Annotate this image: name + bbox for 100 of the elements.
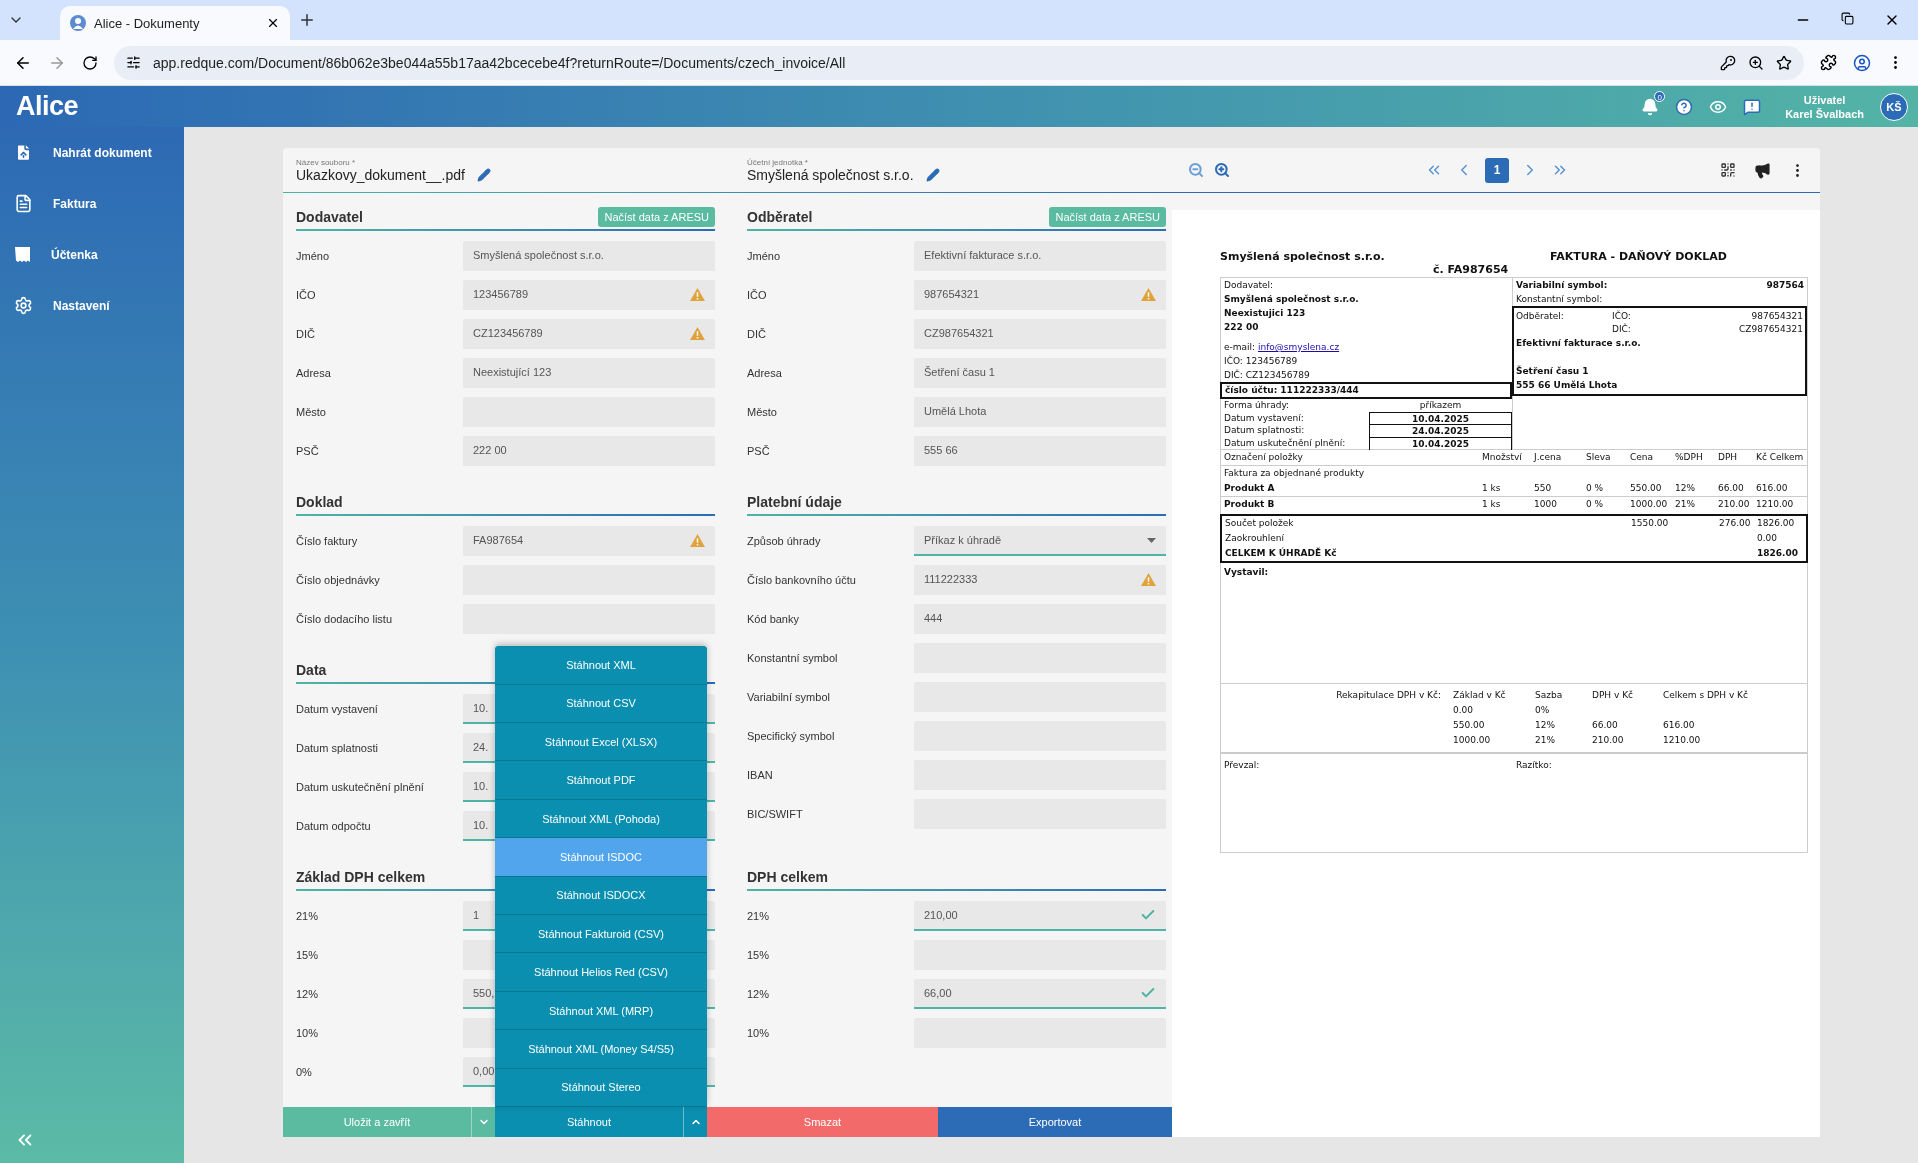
input-field[interactable]: 210,00 xyxy=(914,901,1166,931)
input-field[interactable]: FA987654 xyxy=(463,526,715,556)
field-label: Kód banky xyxy=(747,613,800,625)
menu-item[interactable]: Stáhnout XML (Pohoda) xyxy=(495,799,707,839)
field-label: Číslo objednávky xyxy=(296,574,381,586)
restore-icon[interactable] xyxy=(1841,12,1854,25)
invoice-text: IČO: 123456789 xyxy=(1223,354,1299,368)
input-field[interactable]: Umělá Lhota xyxy=(914,397,1166,427)
export-button[interactable]: Exportovat xyxy=(938,1107,1172,1137)
extensions-icon[interactable] xyxy=(1820,54,1837,71)
invoice-text: 10.04.2025 xyxy=(1369,411,1512,425)
close-icon[interactable] xyxy=(266,16,280,30)
reload-icon[interactable] xyxy=(82,54,98,71)
field-label: PSČ xyxy=(296,445,320,457)
table-cell-text: 0% xyxy=(1535,704,1551,717)
input-field[interactable]: Smyšlená společnost s.r.o. xyxy=(463,241,715,271)
invoice-text: Neexistujici 123 xyxy=(1223,307,1307,320)
menu-item[interactable]: Stáhnout CSV xyxy=(495,684,707,724)
address-bar[interactable]: app.redque.com/Document/86b062e3be044a55b17aa42bcecebe4f?returnRoute=/Documents/czech_invoice/All xyxy=(114,45,1804,80)
bookmark-icon[interactable] xyxy=(1776,54,1792,71)
qr-code-icon[interactable] xyxy=(1720,162,1736,178)
edit-icon[interactable] xyxy=(476,168,491,182)
site-info-icon[interactable] xyxy=(126,55,141,70)
menu-item[interactable]: Stáhnout XML (MRP) xyxy=(495,991,707,1031)
column-header: %DPH xyxy=(1675,451,1704,464)
sidebar-item[interactable]: Faktura xyxy=(0,178,184,229)
sidebar-item[interactable]: Nahrát dokument xyxy=(0,127,184,178)
table-cell-text: 12% xyxy=(1535,719,1556,732)
table-cell-text: 550.00 xyxy=(1630,482,1663,495)
field-label: 15% xyxy=(296,949,320,961)
table-cell-text: Součet položek xyxy=(1225,517,1295,530)
column-header: J.cena xyxy=(1534,451,1563,464)
zoom-in-icon[interactable] xyxy=(1214,162,1230,178)
help-icon[interactable] xyxy=(1675,97,1694,116)
column-header: DPH v Kč xyxy=(1592,689,1635,702)
field-label: Specifický symbol xyxy=(747,730,836,742)
section-title: Doklad xyxy=(296,494,343,510)
column-header: Označení položky xyxy=(1224,451,1304,464)
feedback-icon[interactable] xyxy=(1743,97,1762,116)
page-button[interactable]: 1 xyxy=(1485,157,1509,183)
input-field[interactable]: 222 00 xyxy=(463,436,715,466)
email-link[interactable]: info@smyslena.cz xyxy=(1258,342,1340,352)
menu-item[interactable]: Stáhnout XML (Money S4/S5) xyxy=(495,1030,707,1069)
field-label: Datum uskutečnění plnění xyxy=(296,781,425,793)
field-label: Číslo dodacího listu xyxy=(296,613,393,625)
field-label: 0% xyxy=(296,1066,313,1078)
menu-item[interactable]: Stáhnout PDF xyxy=(495,761,707,800)
input-field[interactable]: Efektivní fakturace s.r.o. xyxy=(914,241,1166,271)
input-field[interactable]: 111222333 xyxy=(914,565,1166,595)
input-field[interactable]: Neexistující 123 xyxy=(463,358,715,388)
zoom-out-icon[interactable] xyxy=(1188,162,1204,178)
field-label: Variabilní symbol xyxy=(747,691,831,703)
input-field[interactable]: 555 66 xyxy=(914,436,1166,466)
invoice-number: č. FA987654 xyxy=(1432,263,1510,277)
menu-item[interactable]: Stáhnout Fakturoid (CSV) xyxy=(495,915,707,954)
table-cell-text: 0 % xyxy=(1586,498,1605,511)
notification-icon[interactable] xyxy=(1641,97,1660,116)
section-title: DPH celkem xyxy=(747,869,828,885)
browser-tab[interactable]: Alice - Dokumenty xyxy=(60,6,290,40)
invoice-text: Datum uskutečnění plnění: xyxy=(1223,436,1347,450)
warning-icon xyxy=(690,533,705,547)
table-cell-text: 616.00 xyxy=(1756,482,1789,495)
select-field[interactable]: Příkaz k úhradě xyxy=(914,526,1166,556)
table-cell-text: 1000.00 xyxy=(1453,734,1492,747)
input-field[interactable]: 444 xyxy=(914,604,1166,634)
megaphone-icon[interactable] xyxy=(1754,161,1771,179)
zoom-icon[interactable] xyxy=(1748,54,1764,71)
user-avatar[interactable]: KŠ xyxy=(1880,92,1908,121)
menu-item[interactable]: Stáhnout XML xyxy=(495,646,707,685)
table-cell-text: 1 ks xyxy=(1482,482,1502,495)
delete-button[interactable]: Smazat xyxy=(707,1107,938,1137)
input-field[interactable]: 987654321 xyxy=(914,280,1166,310)
field-label: Konstantní symbol xyxy=(747,652,839,664)
invoice-text: Faktura za objednané produkty xyxy=(1224,467,1365,480)
invoice-text: Rekapitulace DPH v Kč: xyxy=(1335,689,1442,702)
invoice-text: CZ987654321 xyxy=(1738,323,1803,336)
menu-item[interactable]: Stáhnout Helios Red (CSV) xyxy=(495,953,707,992)
menu-item[interactable]: Stáhnout Stereo xyxy=(495,1068,707,1107)
download-button[interactable]: Stáhnout xyxy=(495,1107,683,1137)
field-value: Ukazkovy_dokument__.pdf xyxy=(296,167,465,183)
sidebar-item[interactable]: Nastavení xyxy=(0,280,184,331)
input-field[interactable]: Šetření času 1 xyxy=(914,358,1166,388)
menu-item[interactable]: Stáhnout Excel (XLSX) xyxy=(495,723,707,762)
sidebar-item[interactable]: Účtenka xyxy=(0,229,184,280)
input-field[interactable]: 123456789 xyxy=(463,280,715,310)
input-field[interactable]: 66,00 xyxy=(914,979,1166,1009)
dropdown-toggle[interactable] xyxy=(683,1107,707,1137)
invoice-text: Variabilní symbol: xyxy=(1516,279,1608,292)
table-cell-text: 21% xyxy=(1675,498,1696,511)
menu-item[interactable]: Stáhnout ISDOCX xyxy=(495,876,707,916)
invoice-company: Smyšlená společnost s.r.o. xyxy=(1220,250,1386,263)
invoice-text: Datum splatnosti: xyxy=(1223,424,1306,437)
key-icon[interactable] xyxy=(1720,54,1736,71)
input-field[interactable]: CZ123456789 xyxy=(463,319,715,349)
profile-icon[interactable] xyxy=(1853,53,1871,72)
dropdown-toggle[interactable] xyxy=(471,1107,495,1137)
table-cell-text: 210.00 xyxy=(1592,734,1625,747)
new-tab-icon[interactable] xyxy=(298,11,316,29)
edit-icon[interactable] xyxy=(925,168,940,182)
input-field[interactable]: CZ987654321 xyxy=(914,319,1166,349)
